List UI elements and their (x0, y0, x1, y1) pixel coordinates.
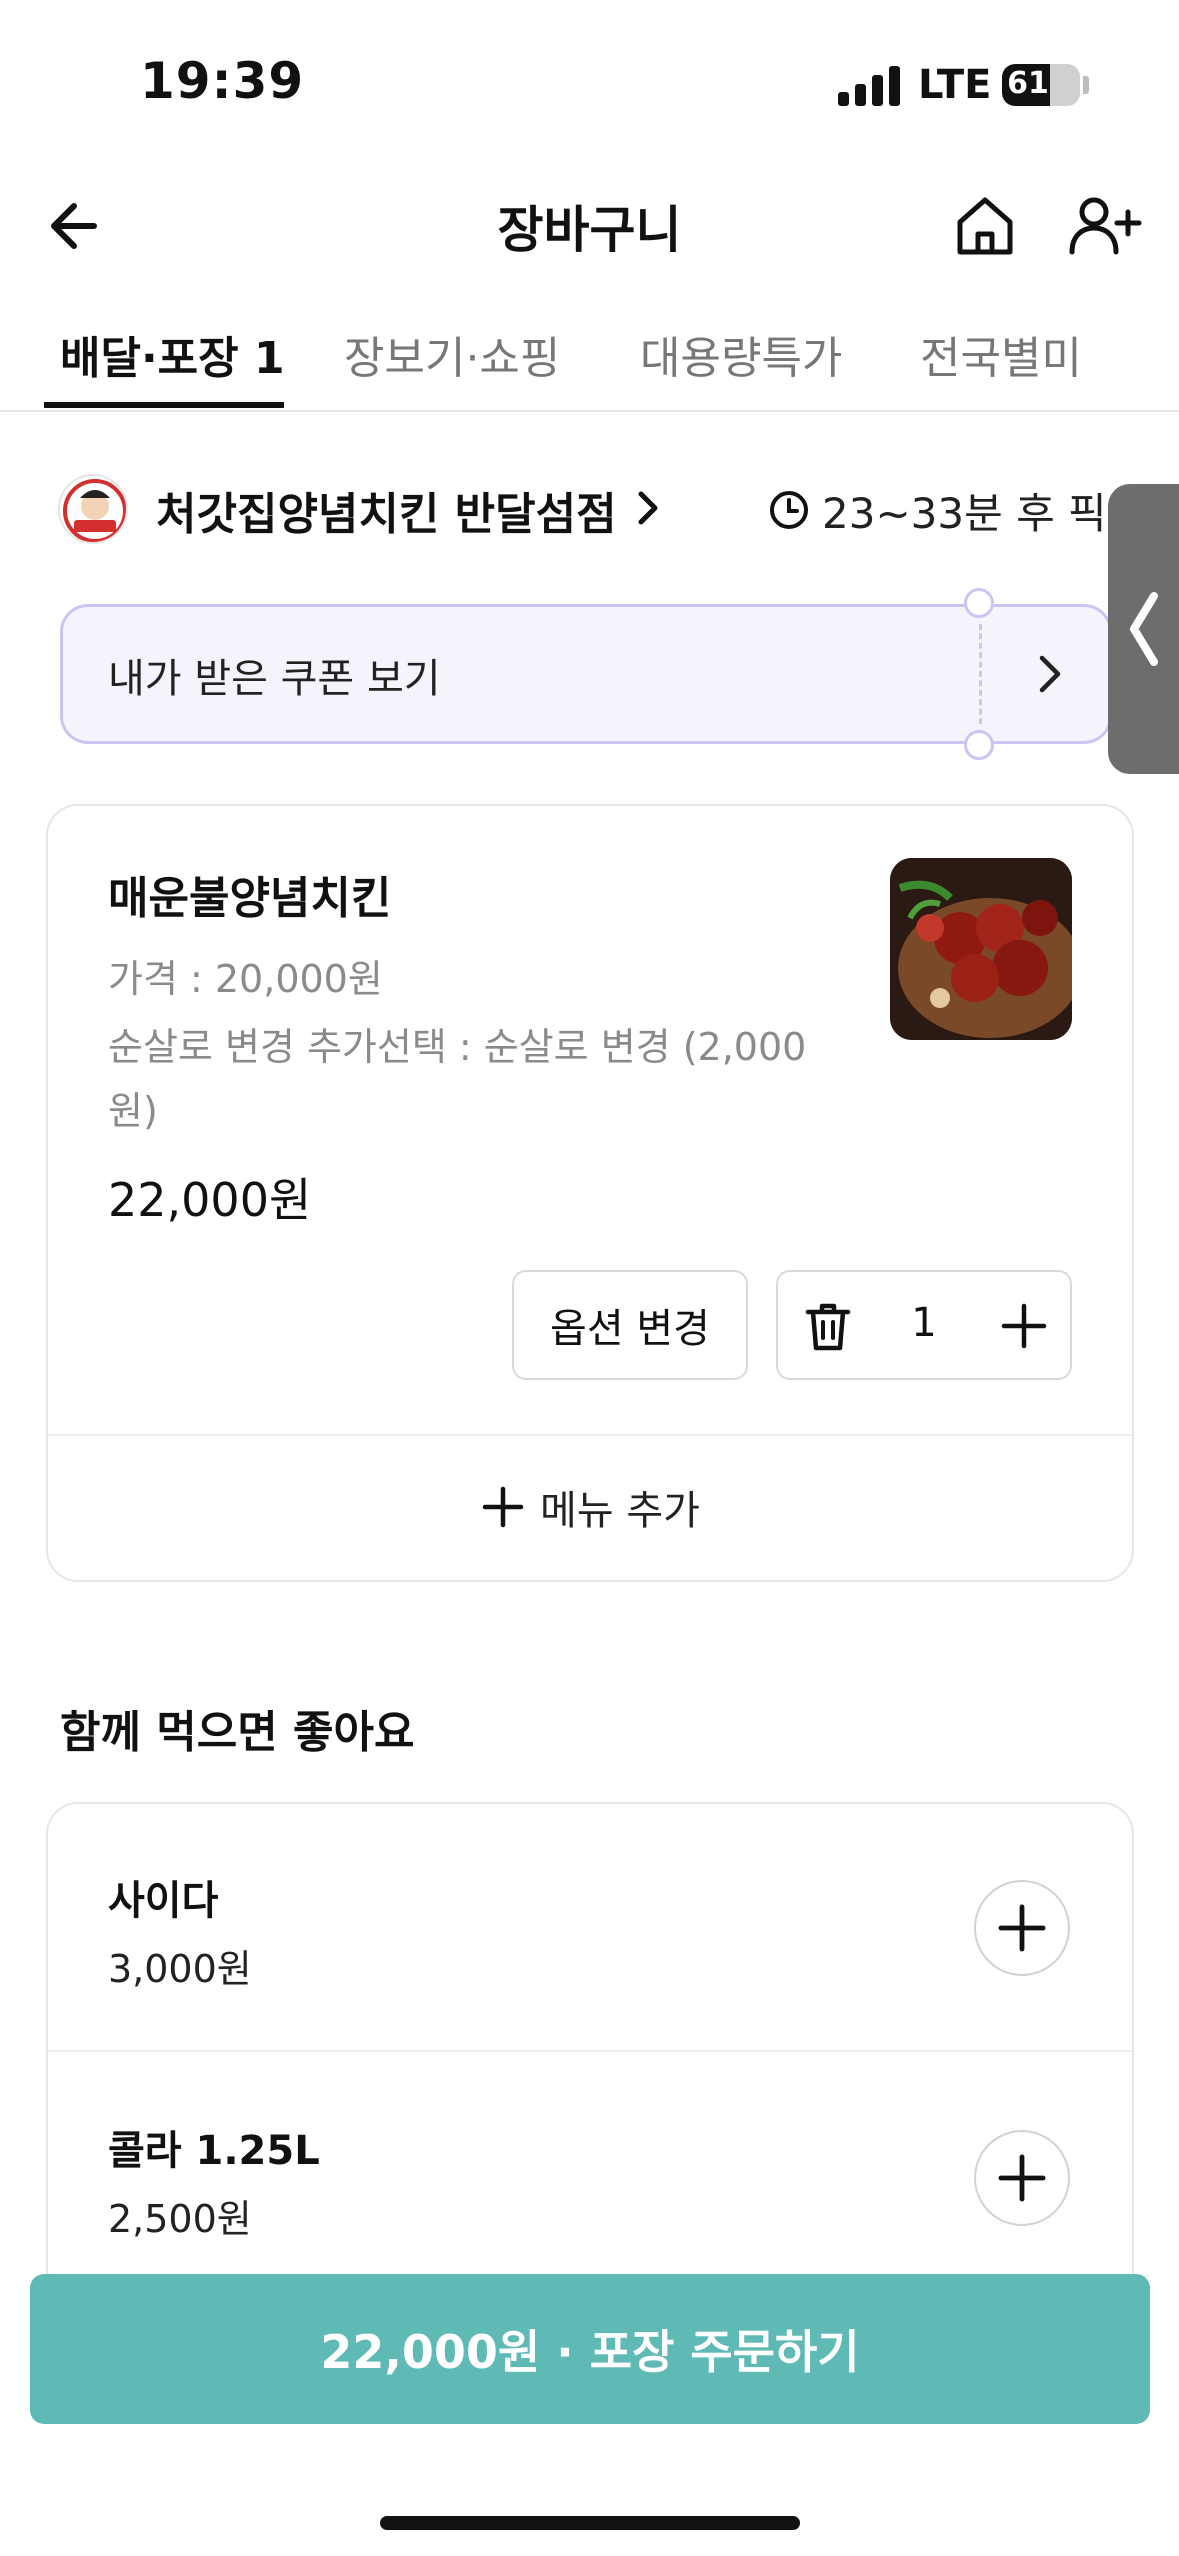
home-indicator[interactable] (380, 2516, 800, 2530)
invite-user-button[interactable] (1066, 190, 1142, 260)
tabs-divider (0, 410, 1179, 412)
change-option-button[interactable]: 옵션 변경 (512, 1270, 748, 1380)
chevron-right-icon[interactable] (632, 488, 664, 528)
cart-item-option-cont: 원) (108, 1089, 158, 1133)
plus-icon (998, 1904, 1046, 1952)
quantity-value: 1 (911, 1300, 937, 1346)
tab-delivery-pickup[interactable]: 배달·포장 1 (60, 322, 285, 386)
recommend-item-name: 콜라 1.25L (108, 2128, 320, 2174)
food-image (890, 858, 1072, 1040)
tab-bulk-deals[interactable]: 대용량특가 (640, 322, 842, 386)
order-button-label: 22,000원 · 포장 주문하기 (320, 2325, 860, 2379)
user-plus-icon (1069, 197, 1142, 255)
coupon-label: 내가 받은 쿠폰 보기 (108, 656, 441, 702)
home-button[interactable] (950, 190, 1020, 260)
chevron-right-icon (1030, 652, 1070, 696)
cart-item-name: 매운불양념치킨 (108, 873, 392, 924)
store-name-link[interactable]: 처갓집양념치킨 반달섬점 (156, 478, 617, 542)
store-logo (58, 474, 128, 544)
plus-icon (998, 2154, 1046, 2202)
status-time: 19:39 (140, 52, 305, 110)
home-icon (957, 197, 1013, 255)
add-recommend-button[interactable] (974, 1880, 1070, 1976)
section-title: 함께 먹으면 좋아요 (60, 1707, 415, 1758)
recommend-item-price: 3,000원 (108, 1947, 252, 1991)
cellular-signal-icon (838, 66, 900, 106)
battery-icon: 61 (1002, 64, 1080, 106)
network-type: LTE (918, 62, 992, 108)
order-button[interactable]: 22,000원 · 포장 주문하기 (30, 2274, 1150, 2424)
chevron-left-icon (1130, 592, 1158, 666)
battery-percent: 61 (1007, 66, 1049, 101)
cart-item-option: 순살로 변경 추가선택 : 순살로 변경 (2,000 (108, 1025, 807, 1069)
battery-cap (1083, 76, 1089, 94)
add-menu-label: 메뉴 추가 (540, 1488, 700, 1534)
active-tab-indicator (44, 402, 284, 408)
recommend-item-name: 사이다 (108, 1878, 219, 1924)
plus-icon (482, 1486, 524, 1528)
cart-item-base-price: 가격 : 20,000원 (108, 957, 383, 1001)
trash-icon[interactable] (800, 1298, 856, 1354)
add-recommend-button[interactable] (974, 2130, 1070, 2226)
tab-grocery-shopping[interactable]: 장보기·쇼핑 (344, 322, 560, 386)
coupon-divider (979, 624, 982, 724)
side-panel-handle[interactable] (1108, 484, 1179, 774)
recommend-divider (48, 2050, 1132, 2052)
clock-icon (768, 489, 810, 531)
recommend-item-price: 2,500원 (108, 2197, 252, 2241)
cart-item-total: 22,000원 (108, 1173, 312, 1227)
coupon-notch-top (964, 588, 994, 618)
pickup-time: 23~33분 후 픽업 (822, 489, 1146, 538)
coupon-notch-bottom (964, 730, 994, 760)
add-menu-button[interactable]: 메뉴 추가 (46, 1434, 1134, 1580)
plus-icon[interactable] (996, 1298, 1052, 1354)
tab-local-specialties[interactable]: 전국별미 (920, 322, 1082, 386)
